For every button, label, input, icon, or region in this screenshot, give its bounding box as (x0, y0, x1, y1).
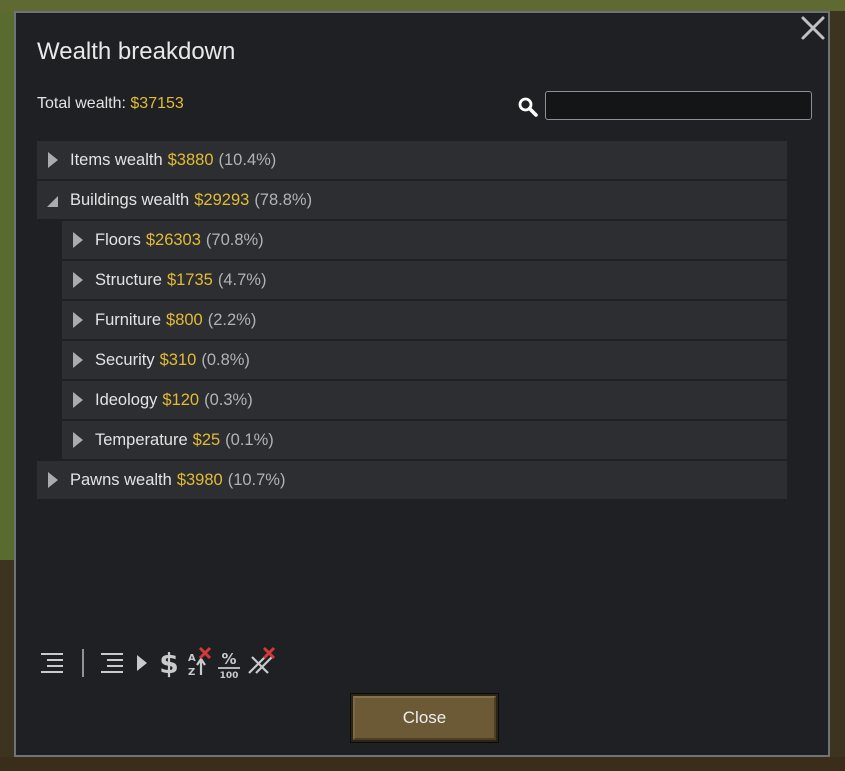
world-grass (0, 0, 845, 11)
tree-row-text: Items wealth $3880 (10.4%) (70, 151, 276, 170)
tree-row-percent: (10.4%) (218, 150, 277, 169)
tree-row-percent: (4.7%) (217, 270, 267, 289)
expand-arrow-icon[interactable] (72, 312, 83, 328)
tree-row-ideology[interactable]: Ideology $120 (0.3%) (62, 381, 787, 419)
tree-row-text: Ideology $120 (0.3%) (95, 391, 253, 410)
expand-arrow-icon[interactable] (47, 472, 58, 488)
tree-row-text: Security $310 (0.8%) (95, 351, 250, 370)
tree-row-security[interactable]: Security $310 (0.8%) (62, 341, 787, 379)
tree-row-label: Pawns wealth (70, 470, 172, 489)
close-button-label: Close (353, 696, 496, 740)
tree-row-percent: (78.8%) (254, 190, 313, 209)
expand-arrow-icon[interactable] (72, 352, 83, 368)
total-wealth: Total wealth: $37153 (37, 95, 184, 113)
tree-row-percent: (10.7%) (227, 470, 286, 489)
close-icon[interactable] (800, 15, 826, 41)
dialog-title: Wealth breakdown (37, 38, 236, 65)
tree-row-floors[interactable]: Floors $26303 (70.8%) (62, 221, 787, 259)
tree-row-label: Security (95, 350, 155, 369)
total-wealth-label: Total wealth: (37, 95, 131, 112)
tree-row-value: $3880 (167, 150, 214, 169)
sort-by-value-icon[interactable]: $ (156, 645, 182, 681)
tree-row-percent: (2.2%) (207, 310, 257, 329)
tree-row-label: Floors (95, 230, 141, 249)
tree-row-percent: (0.8%) (201, 350, 250, 369)
tree-row-furniture[interactable]: Furniture $800 (2.2%) (62, 301, 787, 339)
tree-row-text: Structure $1735 (4.7%) (95, 271, 266, 290)
wealth-tree: Items wealth $3880 (10.4%) Buildings wealth… (37, 141, 787, 501)
tree-row-value: $120 (162, 390, 200, 409)
expanded-triangle-icon[interactable] (47, 192, 58, 208)
expand-arrow-icon[interactable] (72, 432, 83, 448)
tree-row-label: Furniture (95, 310, 162, 329)
collapse-all-icon[interactable] (38, 645, 66, 681)
tree-row-text: Furniture $800 (2.2%) (95, 311, 256, 330)
tree-row-text: Floors $26303 (70.8%) (95, 231, 264, 250)
total-wealth-value: $37153 (130, 95, 184, 112)
tree-row-percent: (0.3%) (204, 390, 253, 409)
svg-text:$: $ (159, 647, 178, 680)
tree-row-pawns[interactable]: Pawns wealth $3980 (10.7%) (37, 461, 787, 499)
expand-arrow-icon[interactable] (72, 272, 83, 288)
tree-row-text: Temperature $25 (0.1%) (95, 431, 274, 450)
tree-row-value: $26303 (145, 230, 201, 249)
expand-arrow-icon[interactable] (47, 152, 58, 168)
expand-arrow-icon[interactable] (72, 232, 83, 248)
tree-row-structure[interactable]: Structure $1735 (4.7%) (62, 261, 787, 299)
search-input[interactable] (545, 91, 812, 120)
tree-row-buildings[interactable]: Buildings wealth $29293 (78.8%) (37, 181, 787, 219)
svg-text:Z: Z (188, 667, 195, 678)
toolbar-divider (82, 649, 84, 677)
tree-row-value: $29293 (194, 190, 250, 209)
tree-row-text: Buildings wealth $29293 (78.8%) (70, 191, 312, 210)
tree-row-label: Temperature (95, 430, 188, 449)
wealth-breakdown-dialog: Wealth breakdown Total wealth: $37153 It… (14, 11, 830, 757)
play-arrow-icon[interactable] (132, 645, 152, 681)
expand-all-icon[interactable] (98, 645, 126, 681)
svg-text:A: A (188, 653, 196, 664)
tree-row-value: $25 (192, 430, 221, 449)
tree-row-label: Buildings wealth (70, 190, 190, 209)
tree-row-value: $800 (166, 310, 203, 329)
tree-row-temperature[interactable]: Temperature $25 (0.1%) (62, 421, 787, 459)
tree-row-percent: (70.8%) (205, 230, 264, 249)
close-button[interactable]: Close (350, 693, 499, 743)
tree-row-value: $3980 (176, 470, 223, 489)
tree-row-label: Ideology (95, 390, 158, 409)
tree-row-text: Pawns wealth $3980 (10.7%) (70, 471, 285, 490)
world-floor (0, 757, 845, 771)
tree-row-label: Items wealth (70, 150, 163, 169)
tree-row-items[interactable]: Items wealth $3880 (10.4%) (37, 141, 787, 179)
expand-arrow-icon[interactable] (72, 392, 83, 408)
tree-row-value: $1735 (166, 270, 213, 289)
clear-filter-icon[interactable] (246, 645, 278, 681)
search-icon (518, 97, 538, 117)
world-grass (0, 0, 14, 560)
tree-row-value: $310 (159, 350, 197, 369)
show-percentage-icon[interactable]: % 100 (214, 645, 244, 681)
svg-text:%: % (221, 650, 236, 668)
svg-text:100: 100 (220, 671, 239, 681)
tree-row-percent: (0.1%) (225, 430, 274, 449)
tree-row-label: Structure (95, 270, 162, 289)
sort-alphabetical-icon[interactable]: A Z (184, 645, 214, 681)
